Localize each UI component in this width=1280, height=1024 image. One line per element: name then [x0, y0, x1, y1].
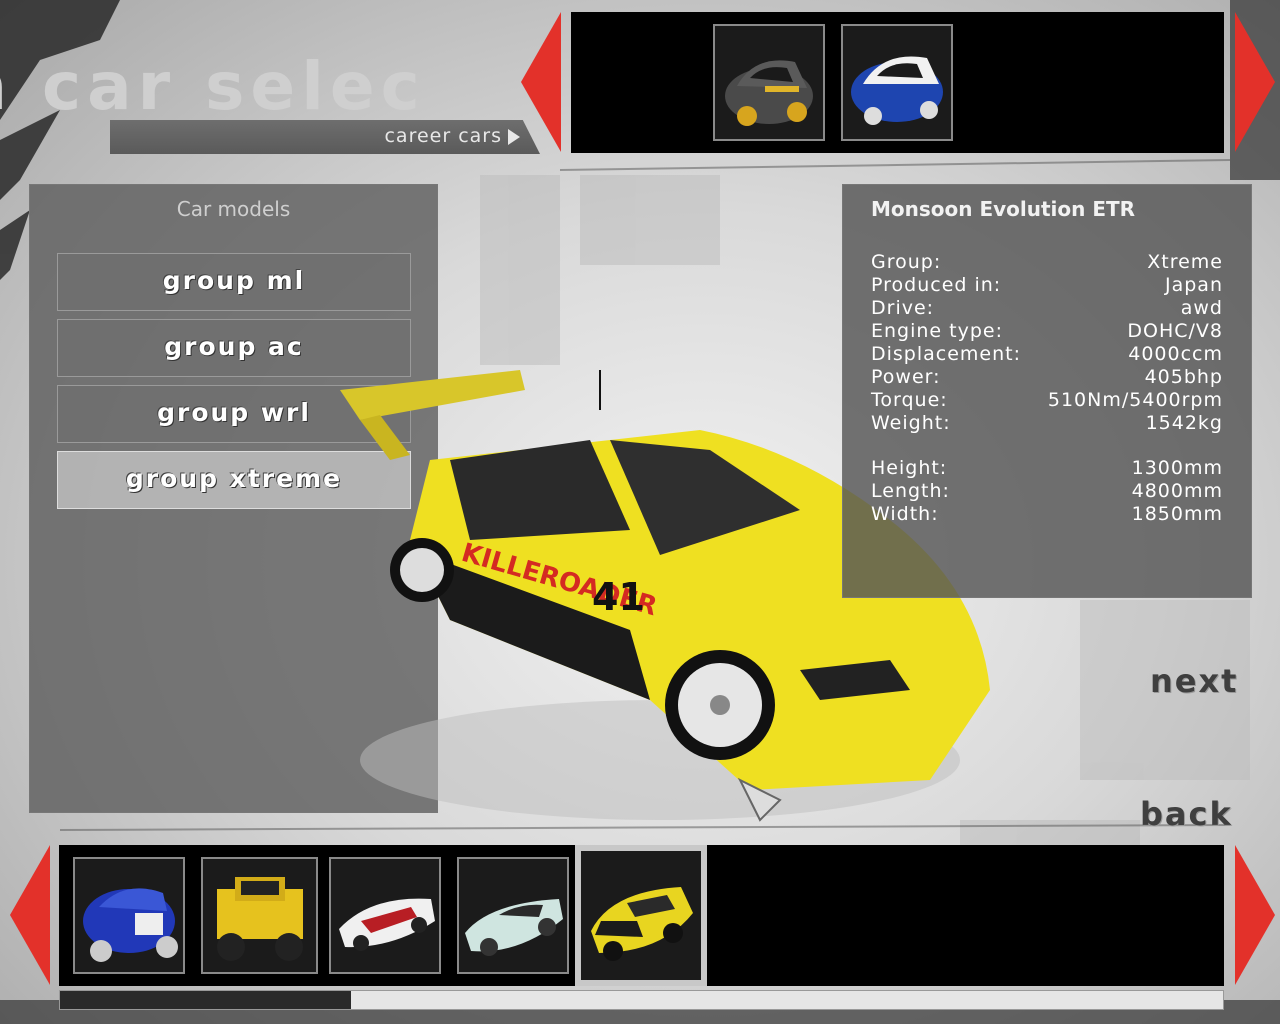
spec-row-engine-type: Engine type: DOHC/V8 — [871, 320, 1223, 343]
spec-row-power: Power: 405bhp — [871, 366, 1223, 389]
back-button[interactable]: back — [1140, 795, 1233, 833]
spec-key: Width: — [871, 503, 939, 525]
spec-value: awd — [1180, 297, 1223, 319]
spec-value: 510Nm/5400rpm — [1047, 389, 1223, 411]
spec-row-displacement: Displacement: 4000ccm — [871, 343, 1223, 366]
bottom-car-thumbnail[interactable] — [201, 857, 318, 974]
spec-value: Xtreme — [1147, 251, 1223, 273]
spec-value: 1542kg — [1145, 412, 1223, 434]
bottom-car-thumbnail[interactable] — [457, 857, 569, 974]
spec-key: Weight: — [871, 412, 951, 434]
blue-white-rally-car-icon — [851, 56, 943, 125]
spec-key: Displacement: — [871, 343, 1022, 365]
bottom-car-thumbnail-selected[interactable] — [575, 845, 707, 986]
spec-key: Drive: — [871, 297, 935, 319]
carousel-scroll-thumb[interactable] — [60, 991, 351, 1009]
page-title-text: n car selec — [0, 48, 426, 118]
bottom-left-arrow-icon[interactable] — [10, 845, 50, 985]
spec-key: Group: — [871, 251, 942, 273]
bottom-car-thumbnail[interactable] — [73, 857, 185, 974]
top-car-thumbnail[interactable] — [713, 24, 825, 141]
spec-value: 4000ccm — [1128, 343, 1223, 365]
spec-key: Torque: — [871, 389, 948, 411]
bottom-car-carousel — [59, 845, 1224, 986]
spec-value: 405bhp — [1144, 366, 1223, 388]
spec-row-width: Width: 1850mm — [871, 503, 1223, 526]
car-name: Monsoon Evolution ETR — [871, 197, 1136, 221]
top-car-thumbnail[interactable] — [841, 24, 953, 141]
page-title: n car selec — [0, 48, 560, 118]
spec-value: DOHC/V8 — [1127, 320, 1223, 342]
yellow-truck-icon — [217, 877, 303, 961]
blue-buggy-icon — [83, 888, 178, 962]
next-button[interactable]: next — [1150, 662, 1238, 700]
grey-hatchback-car-icon — [725, 60, 813, 126]
spec-key: Produced in: — [871, 274, 1002, 296]
yellow-monsoon-evolution-icon — [591, 887, 693, 961]
car-info-panel: Monsoon Evolution ETR Group: Xtreme Prod… — [842, 184, 1252, 598]
career-cars-breadcrumb[interactable]: career cars — [110, 120, 540, 154]
spec-key: Power: — [871, 366, 941, 388]
spec-value: 1300mm — [1131, 457, 1223, 479]
spec-key: Length: — [871, 480, 950, 502]
bottom-car-thumbnail[interactable] — [329, 857, 441, 974]
spec-row-torque: Torque: 510Nm/5400rpm — [871, 389, 1223, 412]
spec-value: Japan — [1165, 274, 1223, 296]
top-left-arrow-icon[interactable] — [521, 12, 561, 152]
top-right-arrow-icon[interactable] — [1235, 12, 1275, 152]
career-cars-label: career cars — [384, 125, 502, 147]
car-models-title: Car models — [176, 197, 291, 221]
spec-row-length: Length: 4800mm — [871, 480, 1223, 503]
spec-value: 1850mm — [1131, 503, 1223, 525]
spec-row-drive: Drive: awd — [871, 297, 1223, 320]
white-red-prototype-icon — [339, 898, 435, 951]
silver-supercar-icon — [465, 899, 563, 956]
group-ml-button[interactable]: group ml — [57, 253, 411, 311]
bottom-right-arrow-icon[interactable] — [1235, 845, 1275, 985]
spec-key: Height: — [871, 457, 948, 479]
chevron-right-icon — [508, 129, 520, 145]
spec-row-height: Height: 1300mm — [871, 457, 1223, 480]
spec-key: Engine type: — [871, 320, 1004, 342]
spec-value: 4800mm — [1131, 480, 1223, 502]
carousel-scrollbar[interactable] — [59, 990, 1224, 1010]
car-number: 41 — [592, 575, 645, 619]
spec-row-produced-in: Produced in: Japan — [871, 274, 1223, 297]
spec-row-weight: Weight: 1542kg — [871, 412, 1223, 435]
spec-row-group: Group: Xtreme — [871, 251, 1223, 274]
top-car-carousel — [571, 12, 1224, 153]
